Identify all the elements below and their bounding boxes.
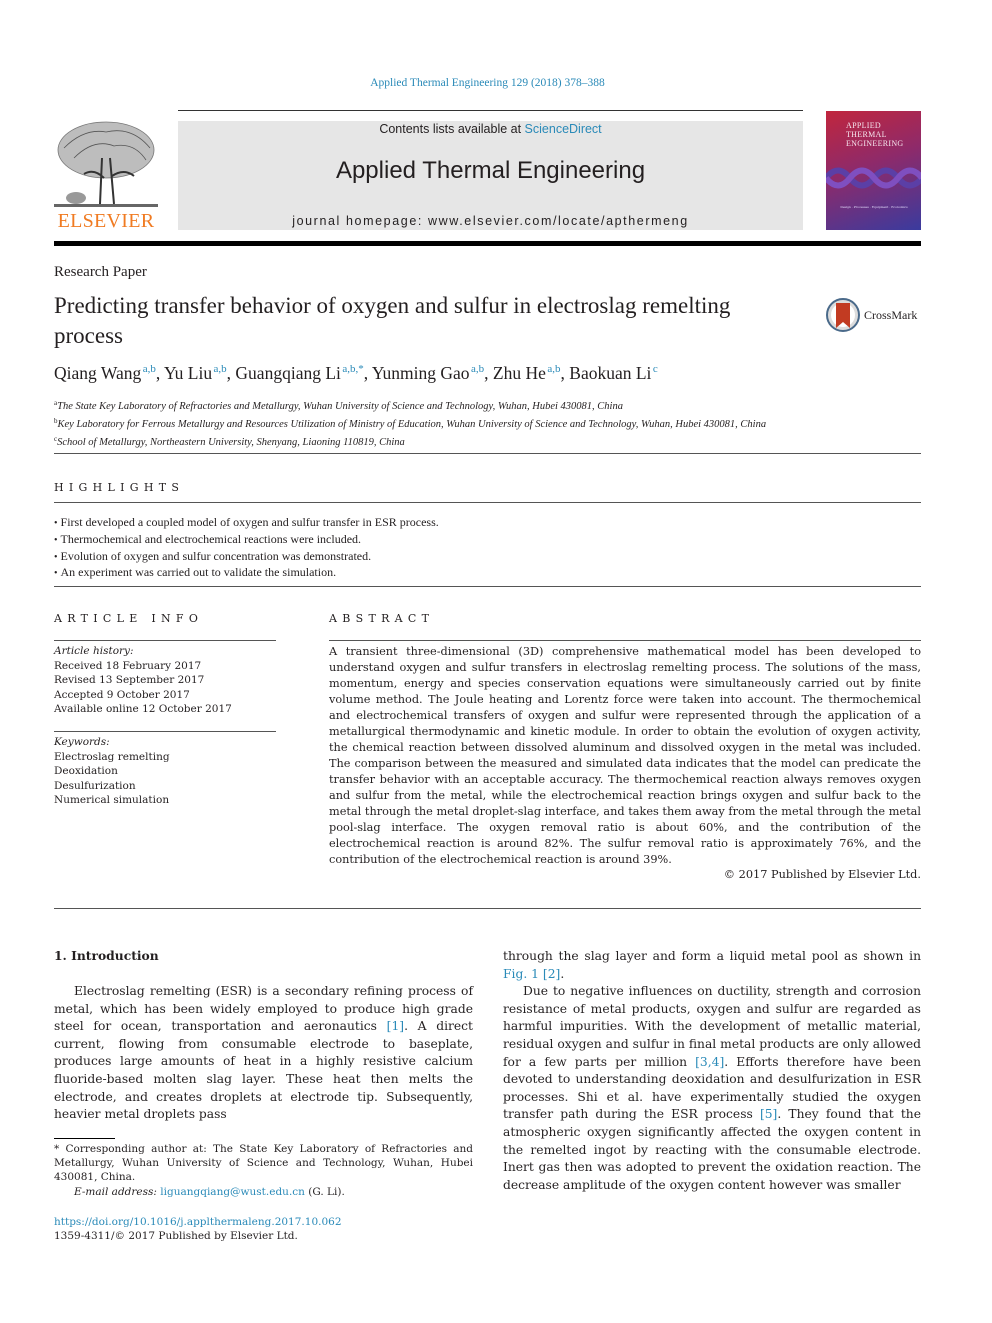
highlights-heading: HIGHLIGHTS — [54, 481, 185, 494]
body-text: through the slag layer and form a liquid… — [503, 949, 921, 963]
affiliation-item: bKey Laboratory for Ferrous Metallurgy a… — [54, 414, 766, 432]
keyword-item: Electroslag remelting — [54, 750, 170, 763]
history-item: Available online 12 October 2017 — [54, 703, 232, 715]
article-history: Article history: Received 18 February 20… — [54, 644, 232, 717]
crossmark-icon — [826, 298, 860, 332]
doi-link[interactable]: https://doi.org/10.1016/j.applthermaleng… — [54, 1216, 342, 1228]
divider — [329, 640, 921, 641]
crossmark-button[interactable]: CrossMark — [826, 296, 917, 334]
divider — [54, 731, 276, 732]
keyword-item: Desulfurization — [54, 779, 136, 792]
body-paragraph: through the slag layer and form a liquid… — [503, 948, 921, 983]
affiliation-text: School of Metallurgy, Northeastern Unive… — [57, 437, 405, 449]
divider — [54, 640, 276, 641]
body-paragraph: Due to negative influences on ductility,… — [503, 983, 921, 1194]
history-item: Revised 13 September 2017 — [54, 674, 205, 686]
affiliation-text: The State Key Laboratory of Refractories… — [57, 401, 623, 412]
divider — [54, 453, 921, 454]
article-type: Research Paper — [54, 264, 147, 280]
author-affiliation-marker[interactable]: c — [653, 363, 658, 375]
author-affiliation-marker[interactable]: a,b — [143, 363, 156, 375]
cover-wave-graphic — [826, 167, 921, 189]
email-suffix: (G. Li). — [304, 1186, 345, 1198]
footnote-rule — [54, 1138, 115, 1139]
author-name[interactable]: Zhu He — [493, 363, 546, 383]
contents-line: Contents lists available at ScienceDirec… — [178, 122, 803, 136]
author-affiliation-marker[interactable]: a,b — [214, 363, 227, 375]
contents-prefix: Contents lists available at — [379, 122, 525, 136]
affiliation-item: aThe State Key Laboratory of Refractorie… — [54, 396, 766, 414]
sciencedirect-link[interactable]: ScienceDirect — [525, 122, 602, 136]
author-name[interactable]: Yu Liu — [164, 363, 212, 383]
author-name[interactable]: Yunming Gao — [372, 363, 470, 383]
highlight-item: First developed a coupled model of oxyge… — [54, 515, 439, 532]
elsevier-tree-icon — [54, 121, 158, 207]
homepage-line: journal homepage: www.elsevier.com/locat… — [178, 214, 803, 228]
affiliation-item: cSchool of Metallurgy, Northeastern Univ… — [54, 432, 766, 450]
keywords-label: Keywords: — [54, 736, 110, 748]
history-label: Article history: — [54, 645, 134, 657]
keyword-item: Numerical simulation — [54, 794, 170, 806]
history-item: Received 18 February 2017 — [54, 659, 202, 672]
body-text: . — [560, 966, 565, 981]
author-affiliation-marker[interactable]: a,b — [471, 363, 484, 375]
cover-subtitle: Design · Processes · Equipment · Economi… — [840, 205, 908, 209]
reference-link[interactable]: [5] — [760, 1107, 777, 1121]
keyword-item: Deoxidation — [54, 765, 118, 777]
author-name[interactable]: Qiang Wang — [54, 363, 141, 383]
highlight-item: Thermochemical and electrochemical react… — [54, 532, 439, 549]
author-name[interactable]: Guangqiang Li — [235, 363, 340, 383]
homepage-prefix: journal homepage: — [292, 214, 429, 228]
section-heading: 1. Introduction — [54, 948, 159, 963]
header-top-rule — [178, 110, 803, 111]
figure-link[interactable]: Fig. 1 — [503, 967, 539, 981]
journal-cover-image[interactable]: Applied Thermal Engineering Design · Pro… — [826, 111, 921, 230]
author-affiliation-marker[interactable]: a,b,* — [342, 363, 363, 375]
cover-title-line: Thermal — [846, 130, 887, 139]
corresponding-author-note: * Corresponding author at: The State Key… — [54, 1143, 473, 1183]
author-affiliation-marker[interactable]: a,b — [547, 363, 560, 375]
abstract-text: A transient three-dimensional (3D) compr… — [329, 645, 921, 866]
divider — [54, 502, 921, 503]
divider — [54, 908, 921, 909]
elsevier-wordmark: ELSEVIER — [57, 210, 155, 232]
body-text: . A direct current, flowing from consuma… — [54, 1019, 473, 1122]
keywords: Keywords: Electroslag remelting Deoxidat… — [54, 735, 170, 808]
cover-title-line: Applied — [846, 121, 881, 130]
journal-name: Applied Thermal Engineering — [335, 157, 646, 184]
header-thick-rule — [54, 241, 921, 246]
reference-link[interactable]: [2] — [543, 967, 560, 981]
email-line: E-mail address: liguangqiang@wust.edu.cn… — [74, 1186, 345, 1198]
article-title: Predicting transfer behavior of oxygen a… — [54, 293, 731, 348]
body-column-right: through the slag layer and form a liquid… — [503, 948, 921, 1194]
author-list: Qiang Wang a,b, Yu Liu a,b, Guangqiang L… — [54, 363, 658, 383]
crossmark-label: CrossMark — [864, 307, 918, 322]
history-item: Accepted 9 October 2017 — [54, 688, 190, 701]
abstract-heading: ABSTRACT — [329, 612, 435, 625]
reference-link[interactable]: [3,4] — [695, 1055, 724, 1069]
email-link[interactable]: liguangqiang@wust.edu.cn — [160, 1186, 305, 1198]
highlights-list: First developed a coupled model of oxyge… — [54, 515, 439, 582]
affiliation-list: aThe State Key Laboratory of Refractorie… — [54, 396, 766, 451]
affiliation-text: Key Laboratory for Ferrous Metallurgy an… — [57, 419, 767, 431]
reference-link[interactable]: [1] — [387, 1019, 404, 1033]
body-paragraph: Electroslag remelting (ESR) is a seconda… — [54, 983, 473, 1124]
elsevier-logo[interactable]: ELSEVIER — [54, 118, 158, 233]
journal-citation-link[interactable]: Applied Thermal Engineering 129 (2018) 3… — [0, 77, 975, 89]
cover-title-line: Engineering — [846, 139, 904, 148]
author-name[interactable]: Baokuan Li — [569, 363, 651, 383]
email-label: E-mail address: — [74, 1186, 161, 1198]
highlight-item: An experiment was carried out to validat… — [54, 565, 439, 582]
article-info-heading: ARTICLE INFO — [54, 612, 204, 625]
highlight-item: Evolution of oxygen and sulfur concentra… — [54, 549, 439, 566]
homepage-link[interactable]: www.elsevier.com/locate/apthermeng — [428, 214, 689, 228]
abstract-copyright: © 2017 Published by Elsevier Ltd. — [723, 868, 921, 881]
divider — [54, 586, 921, 587]
issn-copyright: 1359-4311/© 2017 Published by Elsevier L… — [54, 1230, 298, 1242]
body-column-left: Electroslag remelting (ESR) is a seconda… — [54, 983, 473, 1124]
cover-title: Applied Thermal Engineering — [846, 121, 904, 148]
